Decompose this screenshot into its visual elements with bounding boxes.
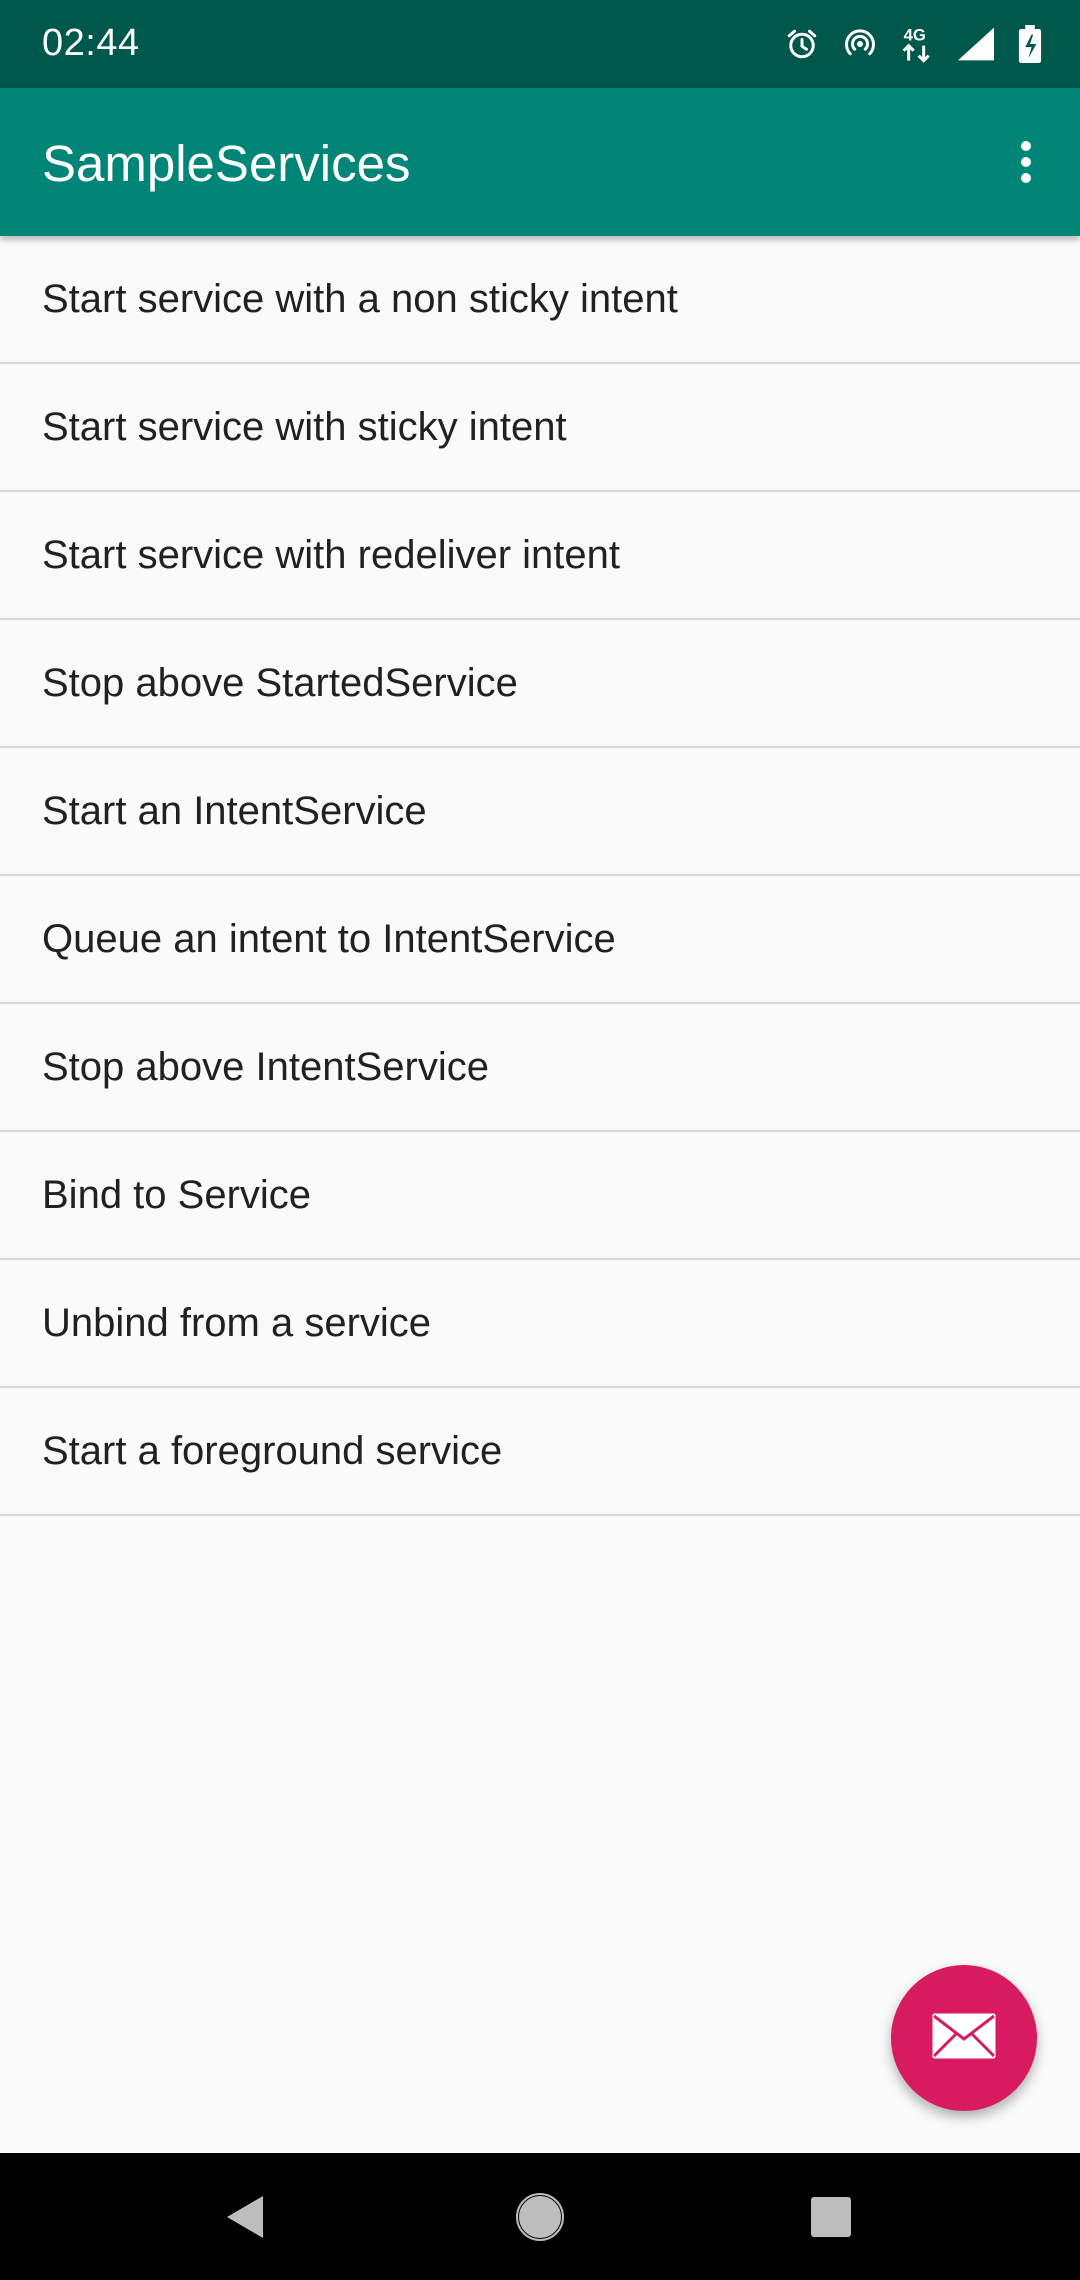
alarm-icon: [784, 26, 820, 62]
list-item-start-foreground[interactable]: Start a foreground service: [0, 1388, 1080, 1516]
recents-icon[interactable]: [795, 2181, 867, 2253]
list-item-bind-service[interactable]: Bind to Service: [0, 1132, 1080, 1260]
list-item-label: Bind to Service: [42, 1172, 312, 1217]
list-item-label: Start service with sticky intent: [42, 404, 567, 449]
app-title: SampleServices: [42, 135, 411, 192]
list-item-label: Stop above StartedService: [42, 660, 518, 705]
status-icons: 4G: [784, 22, 1042, 66]
navigation-bar: [0, 2153, 1080, 2280]
svg-text:4G: 4G: [904, 26, 926, 45]
signal-icon: [956, 26, 996, 62]
battery-icon: [1018, 25, 1042, 63]
list-item-label: Stop above IntentService: [42, 1044, 489, 1089]
list-item-stop-started-service[interactable]: Stop above StartedService: [0, 620, 1080, 748]
list-item-label: Start service with redeliver intent: [42, 532, 621, 577]
email-icon: [931, 2012, 997, 2065]
list-item-stop-intent-service[interactable]: Stop above IntentService: [0, 1004, 1080, 1132]
list-item-start-sticky[interactable]: Start service with sticky intent: [0, 364, 1080, 492]
more-vert-icon[interactable]: [990, 126, 1062, 198]
list-item-queue-intent[interactable]: Queue an intent to IntentService: [0, 876, 1080, 1004]
list-item-label: Start service with a non sticky intent: [42, 276, 678, 321]
list-item-unbind-service[interactable]: Unbind from a service: [0, 1260, 1080, 1388]
list-item-start-non-sticky[interactable]: Start service with a non sticky intent: [0, 236, 1080, 364]
status-time: 02:44: [42, 22, 140, 64]
list-item-start-redeliver[interactable]: Start service with redeliver intent: [0, 492, 1080, 620]
email-fab-button[interactable]: [891, 1965, 1037, 2111]
4g-data-icon: 4G: [900, 24, 934, 64]
service-action-list: Start service with a non sticky intent S…: [0, 236, 1080, 1516]
list-item-start-intent-service[interactable]: Start an IntentService: [0, 748, 1080, 876]
screen: 02:44 4G SampleServices Start service wi…: [0, 0, 1080, 2280]
list-item-label: Queue an intent to IntentService: [42, 916, 616, 961]
back-icon[interactable]: [209, 2181, 281, 2253]
list-item-label: Start an IntentService: [42, 788, 427, 833]
home-icon[interactable]: [504, 2181, 576, 2253]
list-item-label: Unbind from a service: [42, 1300, 432, 1345]
list-item-label: Start a foreground service: [42, 1428, 503, 1473]
hotspot-icon: [842, 26, 878, 62]
status-bar: 02:44 4G: [0, 0, 1080, 88]
app-bar: SampleServices: [0, 88, 1080, 236]
